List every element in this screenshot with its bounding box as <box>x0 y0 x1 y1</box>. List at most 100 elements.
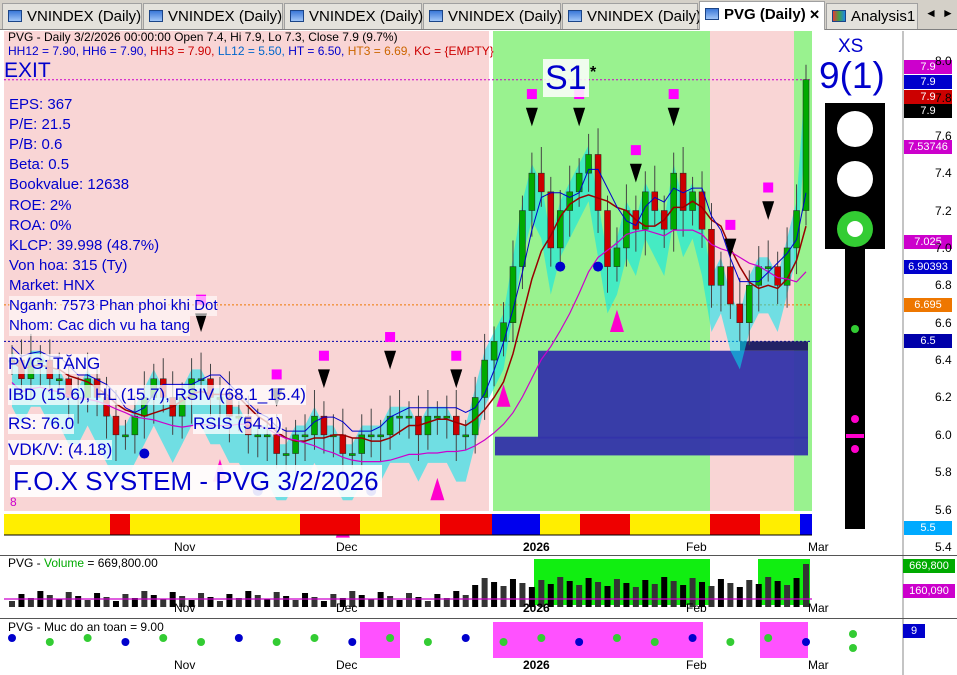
volume-bar <box>642 580 649 607</box>
ibd-label: IBD (15.6), HL (15.7), RSIV (68.1_15.4) <box>8 385 306 405</box>
volume-bar <box>358 595 365 607</box>
x-axis-label: Dec <box>336 540 358 554</box>
price-label: 7.9 <box>904 74 952 89</box>
scroll-left-icon[interactable]: ◄ <box>925 6 937 20</box>
price-chart-svg[interactable] <box>0 31 957 675</box>
volume-value-label: 669,800 <box>903 559 955 573</box>
candle-body <box>613 247 621 267</box>
magenta-square-marker <box>318 350 329 361</box>
candle-body <box>755 266 762 286</box>
price-tick-label: 6.6 <box>935 315 952 330</box>
indicator-hh6: HH6 = 7.90, <box>82 44 151 58</box>
tab-vnindex-2[interactable]: VNINDEX (Daily) <box>143 3 283 29</box>
candle-body <box>736 303 744 323</box>
fundamental-item: P/B: 0.6 <box>9 136 63 154</box>
signal-star: * <box>590 64 597 81</box>
volume-bar <box>424 601 431 607</box>
tab-pvg[interactable]: PVG (Daily) ✕ <box>699 1 825 30</box>
volume-bar <box>670 581 677 607</box>
candle-body <box>519 210 526 267</box>
price-tick-label: 6.2 <box>935 390 952 405</box>
resistance-box <box>538 350 808 439</box>
chart-icon <box>429 10 443 22</box>
pole-dot <box>851 415 859 423</box>
x-axis-label: Mar <box>808 601 829 615</box>
small-eight: 8 <box>10 495 17 509</box>
x-axis-label: 2026 <box>523 601 550 615</box>
price-label: 5.5 <box>904 521 952 536</box>
price-label: 6.90393 <box>904 259 952 274</box>
safety-legend-dot <box>849 644 857 652</box>
fundamental-item: Beta: 0.5 <box>9 156 70 174</box>
safety-dot <box>234 634 243 642</box>
volume-bar <box>784 585 791 607</box>
candle-body <box>263 434 271 438</box>
volume-bar <box>216 601 223 607</box>
volume-bar <box>462 595 469 607</box>
volume-bar <box>708 586 715 607</box>
trend-strip-segment <box>110 514 130 535</box>
info-circle-marker <box>593 261 604 272</box>
volume-bar <box>387 596 394 607</box>
magenta-square-marker <box>271 369 282 380</box>
candle-body <box>301 434 309 438</box>
safety-dot <box>386 634 395 642</box>
candle-body <box>292 434 299 454</box>
candle-body <box>443 415 451 419</box>
candle-body <box>282 453 290 456</box>
candle-body <box>802 79 810 211</box>
light-middle <box>837 161 873 197</box>
info-circle-marker <box>555 261 566 272</box>
safety-dot <box>537 634 546 642</box>
tab-vnindex-5[interactable]: VNINDEX (Daily) <box>562 3 701 29</box>
trend-strip-segment <box>130 514 300 535</box>
volume-bar <box>727 583 734 607</box>
chart-area[interactable]: PVG - Daily 3/2/2026 00:00:00 Open 7.4, … <box>0 30 957 675</box>
volume-bar <box>122 594 129 607</box>
fundamental-item: Nhom: Cac dich vu ha tang <box>9 316 190 337</box>
volume-bar <box>632 587 639 607</box>
volume-bar <box>736 587 743 607</box>
candle-body <box>254 434 262 438</box>
volume-bar <box>396 600 403 607</box>
volume-bar <box>613 579 620 607</box>
trend-strip-segment <box>492 514 540 535</box>
volume-bar <box>500 586 507 607</box>
candle-body <box>528 172 536 211</box>
volume-bar <box>264 599 271 607</box>
scroll-right-icon[interactable]: ► <box>942 6 954 20</box>
volume-bar <box>368 599 375 607</box>
x-axis-label: 2026 <box>523 540 550 554</box>
fundamental-item: ROE: 2% <box>9 196 72 214</box>
x-axis-label: Dec <box>336 658 358 672</box>
x-axis-label: Nov <box>174 658 196 672</box>
candle-body <box>462 434 469 438</box>
volume-bar <box>226 594 233 607</box>
price-tick-label: 6.8 <box>935 278 952 293</box>
tab-analysis1[interactable]: Analysis1 <box>826 3 918 29</box>
safety-zone <box>493 622 703 658</box>
candle-body <box>575 172 583 193</box>
x-axis-label: 2026 <box>523 658 550 672</box>
volume-panel-title: PVG - Volume = 669,800.00 <box>8 556 158 570</box>
candle-body <box>717 266 725 286</box>
close-icon[interactable]: ✕ <box>809 2 820 28</box>
light-top <box>837 111 873 147</box>
volume-bar <box>112 601 119 607</box>
price-tick-label: 6.0 <box>935 427 952 442</box>
volume-bar <box>576 585 583 607</box>
x-axis-label: Dec <box>336 601 358 615</box>
tab-vnindex-1[interactable]: VNINDEX (Daily) <box>2 3 142 29</box>
chart-icon <box>290 10 304 22</box>
tab-vnindex-3[interactable]: VNINDEX (Daily) <box>284 3 423 29</box>
safety-dot <box>8 634 16 642</box>
magenta-square-marker <box>451 350 462 361</box>
price-label: 6.5 <box>904 334 952 349</box>
volume-bar <box>623 583 630 607</box>
candle-body <box>339 434 347 454</box>
x-axis-label: Nov <box>174 601 196 615</box>
tab-vnindex-4[interactable]: VNINDEX (Daily) <box>423 3 562 29</box>
volume-bar <box>472 585 479 607</box>
safety-dot <box>575 638 584 646</box>
trend-strip-segment <box>540 514 580 535</box>
